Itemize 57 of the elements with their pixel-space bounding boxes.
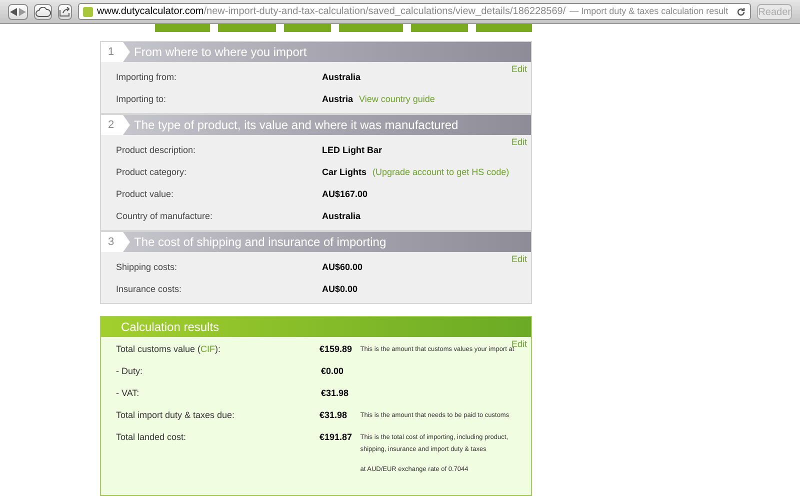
field-label: Total customs value (CIF): — [116, 343, 222, 356]
url-text: www.dutycalculator.com/new-import-duty-and-tax-calculation/saved_calculations/view_details/186228569/ — [97, 5, 566, 19]
field-value: Australia — [322, 71, 361, 84]
info-link[interactable]: View country guide — [359, 93, 435, 107]
favicon-icon — [83, 6, 94, 16]
field-label: Country of manufacture: — [116, 210, 214, 224]
field-label: - Duty: — [116, 365, 144, 378]
field-label: Insurance costs: — [116, 283, 183, 296]
cloud-icon — [35, 6, 52, 16]
page-title: — Import duty & taxes calculation result — [570, 4, 728, 18]
nav-tab[interactable] — [476, 24, 532, 32]
share-button[interactable] — [58, 4, 72, 20]
step-number: 3 — [108, 234, 114, 250]
edit-link[interactable]: Edit — [511, 64, 527, 74]
info-link[interactable]: (Upgrade account to get HS code) — [372, 166, 510, 180]
share-icon — [59, 6, 72, 16]
section-title: The type of product, its value and where it was manufactured — [134, 117, 458, 134]
section-title: From where to where you import — [134, 44, 307, 61]
info-link[interactable]: CIF — [200, 344, 216, 354]
nav-tab[interactable] — [411, 24, 468, 32]
nav-tab[interactable] — [218, 24, 276, 32]
results-title: Calculation results — [121, 319, 220, 336]
step-number: 1 — [108, 44, 114, 60]
nav-tab[interactable] — [284, 24, 331, 32]
field-label: Total landed cost: — [116, 431, 188, 444]
address-bar[interactable]: www.dutycalculator.com/new-import-duty-and-tax-calculation/saved_calculations/view_details/186228569/ — Import duty & taxes calculation result — [78, 3, 752, 20]
reload-icon[interactable] — [736, 6, 746, 16]
forward-icon — [19, 8, 26, 16]
nav-tab[interactable] — [155, 24, 210, 32]
icloud-button[interactable] — [34, 4, 52, 20]
field-value: €31.98 — [321, 387, 350, 400]
edit-link[interactable]: Edit — [511, 137, 527, 147]
nav-tab[interactable] — [338, 24, 404, 32]
field-value: €31.98 — [320, 409, 348, 422]
field-value: €0.00 — [321, 365, 345, 378]
field-label: Total import duty & taxes due: — [116, 409, 236, 422]
back-forward-button[interactable] — [8, 4, 28, 20]
field-value: Car Lights — [322, 166, 367, 180]
field-label: Shipping costs: — [116, 261, 178, 274]
field-value: Austria — [322, 93, 354, 106]
field-label: Product description: — [116, 144, 197, 158]
field-label: Product category: — [116, 166, 188, 180]
field-value: AU$167.00 — [322, 188, 368, 202]
edit-link[interactable]: Edit — [511, 254, 527, 264]
field-value: €191.87 — [320, 431, 354, 444]
step-number: 2 — [108, 118, 114, 133]
section-title: The cost of shipping and insurance of importing — [134, 234, 386, 251]
field-value: LED Light Bar — [322, 144, 382, 158]
field-label: - VAT: — [116, 387, 140, 400]
field-value: AU$0.00 — [322, 283, 358, 296]
field-label: Importing to: — [116, 93, 168, 106]
field-value: AU$60.00 — [322, 261, 363, 274]
field-value: €159.89 — [320, 343, 354, 356]
field-label: Importing from: — [116, 71, 178, 84]
back-icon — [10, 8, 17, 16]
field-label: Product value: — [116, 188, 175, 202]
field-value: Australia — [322, 210, 361, 224]
